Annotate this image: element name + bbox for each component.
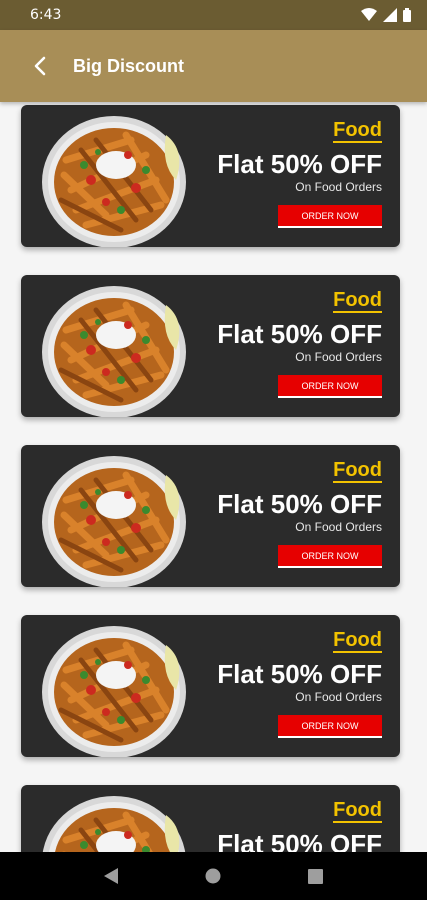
recents-square-icon: [308, 868, 324, 884]
offer-category: Food: [333, 119, 382, 143]
offer-headline: Flat 50% OFF: [217, 319, 382, 349]
nav-home-button[interactable]: [198, 861, 228, 891]
offer-subline: On Food Orders: [295, 690, 382, 704]
offer-card[interactable]: Food Flat 50% OFFOn Food Orders ORDER NOW: [21, 105, 400, 247]
order-now-button[interactable]: ORDER NOW: [278, 715, 382, 738]
offer-subline: On Food Orders: [295, 350, 382, 364]
offer-category: Food: [333, 799, 382, 823]
signal-icon: [383, 8, 397, 22]
system-nav-bar: [0, 852, 427, 900]
back-triangle-icon: [104, 868, 119, 884]
nav-recents-button[interactable]: [301, 861, 331, 891]
offer-category: Food: [333, 629, 382, 653]
offer-headline: Flat 50% OFF: [217, 149, 382, 179]
page-title: Big Discount: [73, 55, 184, 76]
back-arrow-icon: [34, 56, 46, 76]
status-icons: [361, 8, 411, 22]
offer-category: Food: [333, 459, 382, 483]
food-plate-image: [42, 796, 186, 852]
offer-card[interactable]: Food Flat 50% OFFOn Food Orders ORDER NOW: [21, 615, 400, 757]
battery-icon: [403, 8, 411, 22]
food-plate-image: [42, 116, 186, 247]
order-now-button[interactable]: ORDER NOW: [278, 205, 382, 228]
food-plate-image: [42, 456, 186, 587]
offer-subline: On Food Orders: [295, 520, 382, 534]
offer-card[interactable]: Food Flat 50% OFFOn Food Orders ORDER NOW: [21, 445, 400, 587]
food-plate-image: [42, 626, 186, 757]
order-now-button[interactable]: ORDER NOW: [278, 375, 382, 398]
offer-subline: On Food Orders: [295, 180, 382, 194]
status-time: 6:43: [30, 7, 62, 23]
back-button[interactable]: [24, 49, 58, 83]
nav-back-button[interactable]: [96, 861, 126, 891]
app-bar: Big Discount: [0, 30, 427, 102]
offer-category: Food: [333, 289, 382, 313]
offer-headline: Flat 50% OFF: [217, 489, 382, 519]
order-now-button[interactable]: ORDER NOW: [278, 545, 382, 568]
status-bar: 6:43: [0, 0, 427, 30]
home-circle-icon: [205, 868, 221, 884]
offer-headline: Flat 50% OFF: [217, 659, 382, 689]
wifi-icon: [361, 8, 377, 21]
offer-card[interactable]: Food Flat 50% OFFOn Food Orders ORDER NOW: [21, 275, 400, 417]
food-plate-image: [42, 286, 186, 417]
offer-headline: Flat 50% OFF: [217, 829, 382, 852]
offers-list[interactable]: Food Flat 50% OFF On Food Orders ORDER NOW F…: [0, 102, 427, 852]
offer-card[interactable]: FoodFlat 50% OFFOn Food OrdersORDER NOW: [21, 785, 400, 852]
